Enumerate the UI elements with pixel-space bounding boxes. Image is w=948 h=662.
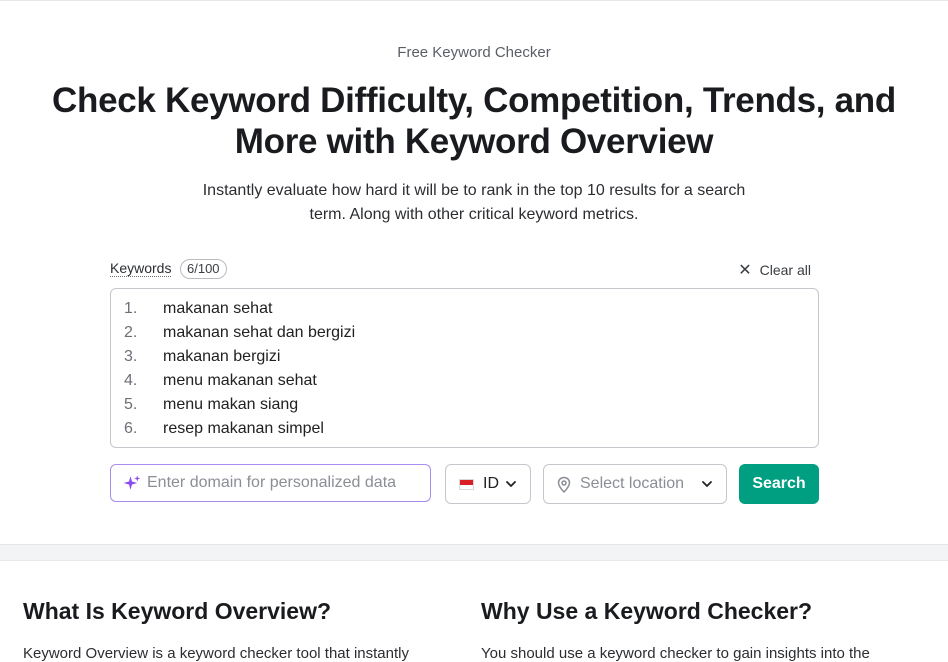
section-text-what-is: Keyword Overview is a keyword checker to… bbox=[23, 645, 409, 662]
database-select[interactable]: ID bbox=[445, 464, 531, 504]
chevron-down-icon bbox=[702, 481, 712, 487]
list-item-number: 2. bbox=[124, 324, 138, 341]
list-item-text: menu makanan sehat bbox=[163, 372, 317, 389]
page-title: Check Keyword Difficulty, Competition, T… bbox=[52, 81, 896, 161]
list-item-number: 1. bbox=[124, 300, 138, 317]
list-item: 4. menu makanan sehat bbox=[111, 371, 818, 395]
domain-input[interactable] bbox=[147, 466, 425, 500]
chevron-down-icon bbox=[506, 481, 516, 487]
list-item: 3. makanan bergizi bbox=[111, 347, 818, 371]
location-select[interactable]: Select location bbox=[543, 464, 727, 504]
list-item: 5. menu makan siang bbox=[111, 395, 818, 419]
section-text-why-use: You should use a keyword checker to gain… bbox=[481, 645, 870, 662]
eyebrow-label: Free Keyword Checker bbox=[397, 44, 551, 61]
list-item-number: 3. bbox=[124, 348, 138, 365]
list-item: 2. makanan sehat dan bergizi bbox=[111, 323, 818, 347]
list-item-text: menu makan siang bbox=[163, 396, 299, 413]
location-placeholder: Select location bbox=[580, 475, 685, 492]
search-button[interactable]: Search bbox=[739, 464, 819, 504]
list-item-number: 6. bbox=[124, 420, 138, 437]
keywords-list: 1. makanan sehat 2. makanan sehat dan be… bbox=[111, 289, 818, 443]
keywords-header: Keywords 6/100 ✕ Clear all bbox=[110, 258, 819, 280]
section-heading-why-use: Why Use a Keyword Checker? bbox=[481, 598, 813, 624]
list-item-text: makanan bergizi bbox=[163, 348, 281, 365]
indonesia-flag-icon bbox=[459, 479, 474, 490]
list-item: 6. resep makanan simpel bbox=[111, 419, 818, 443]
database-code: ID bbox=[483, 475, 499, 492]
section-heading-what-is: What Is Keyword Overview? bbox=[23, 598, 332, 624]
list-item-number: 4. bbox=[124, 372, 138, 389]
list-item-text: resep makanan simpel bbox=[163, 420, 324, 437]
sparkle-icon bbox=[123, 475, 141, 490]
keywords-count-badge: 6/100 bbox=[180, 259, 227, 279]
keywords-textarea[interactable]: 1. makanan sehat 2. makanan sehat dan be… bbox=[110, 288, 819, 448]
list-item-text: makanan sehat bbox=[163, 300, 273, 317]
location-pin-icon bbox=[557, 476, 571, 494]
list-item: 1. makanan sehat bbox=[111, 299, 818, 323]
keywords-label[interactable]: Keywords bbox=[110, 261, 172, 277]
close-icon: ✕ bbox=[738, 262, 752, 279]
list-item-text: makanan sehat dan bergizi bbox=[163, 324, 356, 341]
top-border bbox=[0, 0, 948, 1]
section-divider bbox=[0, 544, 948, 561]
page-subtitle: Instantly evaluate how hard it will be t… bbox=[202, 182, 746, 223]
clear-all-button[interactable]: ✕ Clear all bbox=[738, 260, 811, 280]
domain-input-wrapper[interactable] bbox=[110, 464, 431, 502]
list-item-number: 5. bbox=[124, 396, 138, 413]
clear-all-label: Clear all bbox=[759, 262, 811, 278]
